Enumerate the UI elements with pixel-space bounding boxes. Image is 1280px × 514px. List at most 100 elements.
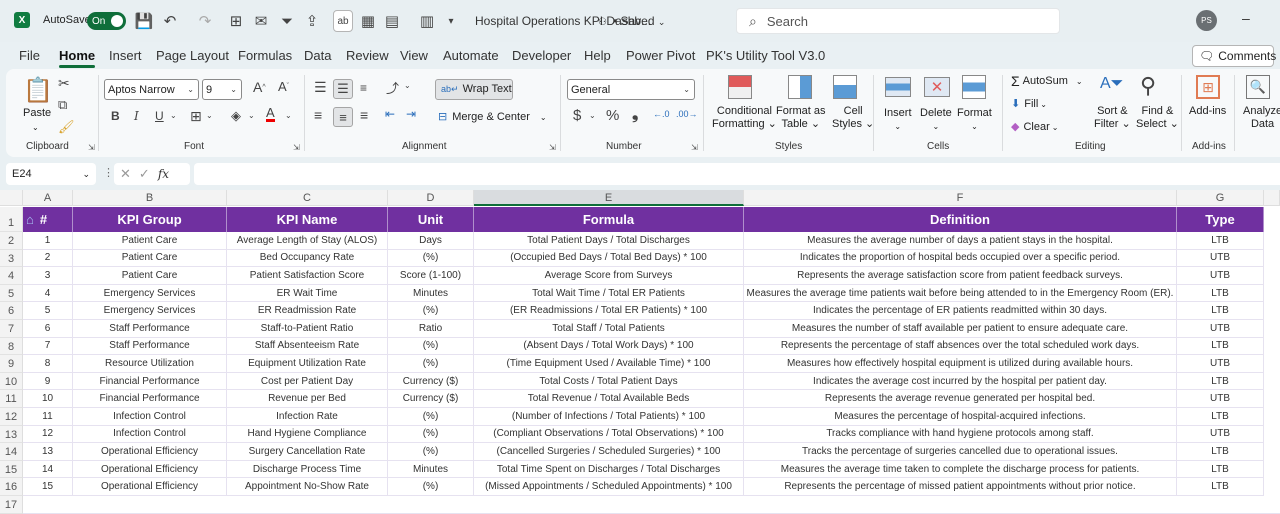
search-box[interactable]: ⌕ Search (736, 8, 1060, 34)
analyze-data-button[interactable]: Analyze Data (1243, 105, 1280, 131)
tab-insert[interactable]: Insert (109, 48, 142, 63)
fill-color-icon[interactable]: ◈ (231, 108, 241, 124)
cell-type[interactable]: LTB (1177, 284, 1264, 303)
tab-review[interactable]: Review (346, 48, 389, 63)
cell-unit[interactable]: Currency ($) (388, 390, 474, 408)
tab-file[interactable]: File (19, 48, 40, 63)
row-header-4[interactable]: 4 (0, 267, 23, 285)
cell-kpi-name[interactable]: ER Readmission Rate (227, 302, 388, 320)
number-launcher-icon[interactable]: ⇲ (691, 143, 698, 152)
cell-formula[interactable]: Total Patient Days / Total Discharges (474, 232, 744, 250)
cell-definition[interactable]: Measures the percentage of hospital-acqu… (744, 408, 1177, 426)
cell-kpi-name[interactable]: Appointment No-Show Rate (227, 478, 388, 496)
increase-decimal-icon[interactable]: ←.0 (653, 109, 670, 119)
fill-button[interactable]: ⬇ Fill ⌄ (1011, 98, 1047, 111)
tab-view[interactable]: View (400, 48, 428, 63)
tab-power-pivot[interactable]: Power Pivot (626, 48, 695, 63)
cell-styles-icon[interactable] (833, 75, 857, 99)
cancel-icon[interactable]: ✕ (120, 166, 131, 182)
currency-button[interactable]: $ (573, 107, 581, 124)
insert-cells-icon[interactable] (885, 77, 911, 97)
tab-home[interactable]: Home (59, 48, 96, 68)
cell-kpi-name[interactable]: Equipment Utilization Rate (227, 355, 388, 373)
cell-kpi-name[interactable]: Discharge Process Time (227, 460, 388, 479)
cell-formula[interactable]: Total Time Spent on Discharges / Total D… (474, 460, 744, 479)
cell-kpi-name[interactable]: Hand Hygiene Compliance (227, 425, 388, 444)
more-options-icon[interactable]: ⋮ (103, 166, 114, 179)
cell-number[interactable]: 9 (23, 372, 73, 391)
cell-unit[interactable]: Days (388, 232, 474, 250)
bold-button[interactable]: B (111, 109, 120, 123)
row-header-12[interactable]: 12 (0, 408, 23, 426)
column-header-g[interactable]: G (1177, 190, 1264, 206)
cell-formula[interactable]: (Number of Infections / Total Patients) … (474, 408, 744, 426)
find-select-icon[interactable]: ⚲ (1140, 73, 1156, 99)
cell-unit[interactable]: (%) (388, 249, 474, 268)
row-header-3[interactable]: 3 (0, 249, 23, 268)
cell-unit[interactable]: (%) (388, 355, 474, 373)
cell-number[interactable]: 13 (23, 443, 73, 461)
filter-icon[interactable]: ⏷ (277, 10, 297, 32)
cell-type[interactable]: LTB (1177, 443, 1264, 461)
redo-icon[interactable]: ↷ (195, 10, 215, 32)
clear-button[interactable]: ◆ Clear ⌄ (1011, 121, 1058, 134)
cell-unit[interactable]: Minutes (388, 284, 474, 303)
cell-kpi-group[interactable]: Infection Control (73, 425, 227, 444)
cell-styles-button[interactable]: Cell Styles ⌄ (832, 105, 874, 131)
cell-type[interactable]: LTB (1177, 337, 1264, 356)
column-header-c[interactable]: C (227, 190, 388, 206)
cell-kpi-group[interactable]: Operational Efficiency (73, 478, 227, 496)
column-header-a[interactable]: A (23, 190, 73, 206)
cell-type[interactable]: LTB (1177, 460, 1264, 479)
comma-style-button[interactable]: ❟ (632, 106, 638, 124)
tab-help[interactable]: Help (584, 48, 611, 63)
format-as-table-icon[interactable] (788, 75, 812, 99)
add-ins-icon[interactable]: ⊞ (1196, 75, 1220, 99)
cell-definition[interactable]: Represents the average revenue generated… (744, 390, 1177, 408)
column-header-d[interactable]: D (388, 190, 474, 206)
font-name-select[interactable]: Aptos Narrow ⌄ (104, 79, 199, 100)
currency-chevron-icon[interactable]: ⌄ (589, 111, 596, 120)
cell-kpi-name[interactable]: Revenue per Bed (227, 390, 388, 408)
header-cell-unit[interactable]: Unit (388, 207, 474, 232)
cell-definition[interactable]: Tracks compliance with hand hygiene prot… (744, 425, 1177, 444)
cell-number[interactable]: 14 (23, 460, 73, 479)
cell-kpi-group[interactable]: Emergency Services (73, 284, 227, 303)
cell-definition[interactable]: Measures the average time patients wait … (744, 284, 1177, 303)
header-cell-number[interactable]: ⌂ # (23, 207, 73, 232)
cell-type[interactable]: LTB (1177, 478, 1264, 496)
tab-automate[interactable]: Automate (443, 48, 499, 63)
number-format-select[interactable]: General ⌄ (567, 79, 695, 100)
cell-formula[interactable]: (Occupied Bed Days / Total Bed Days) * 1… (474, 249, 744, 268)
cell-type[interactable]: LTB (1177, 408, 1264, 426)
alignment-launcher-icon[interactable]: ⇲ (549, 143, 556, 152)
cell-kpi-group[interactable]: Patient Care (73, 249, 227, 268)
cell-definition[interactable]: Measures the average number of days a pa… (744, 232, 1177, 250)
cell-formula[interactable]: Total Revenue / Total Available Beds (474, 390, 744, 408)
cell-unit[interactable]: (%) (388, 425, 474, 444)
cell-kpi-group[interactable]: Patient Care (73, 232, 227, 250)
format-painter-icon[interactable]: 🖌 (58, 119, 75, 135)
insert-cells-button[interactable]: Insert ⌄ (884, 107, 912, 133)
cell-formula[interactable]: (Compliant Observations / Total Observat… (474, 425, 744, 444)
cell-kpi-name[interactable]: ER Wait Time (227, 284, 388, 303)
paste-button[interactable]: Paste (23, 107, 51, 120)
cell-number[interactable]: 11 (23, 408, 73, 426)
cell-unit[interactable]: (%) (388, 478, 474, 496)
header-cell-formula[interactable]: Formula (474, 207, 744, 232)
cell-kpi-group[interactable]: Staff Performance (73, 337, 227, 356)
column-header-f[interactable]: F (744, 190, 1177, 206)
format-as-table-button[interactable]: Format as Table ⌄ (776, 105, 826, 131)
cell-formula[interactable]: (ER Readmissions / Total ER Patients) * … (474, 302, 744, 320)
row-header-9[interactable]: 9 (0, 355, 23, 373)
cell-number[interactable]: 10 (23, 390, 73, 408)
empty-row[interactable] (23, 496, 1280, 514)
row-header-15[interactable]: 15 (0, 460, 23, 479)
align-top-icon[interactable]: ☰ (314, 79, 327, 96)
row-header-14[interactable]: 14 (0, 443, 23, 461)
align-center-icon[interactable]: ≡ (333, 107, 353, 127)
minimize-button[interactable]: – (1242, 10, 1250, 26)
cell-type[interactable]: UTB (1177, 355, 1264, 373)
row-header-6[interactable]: 6 (0, 302, 23, 320)
row-header-5[interactable]: 5 (0, 284, 23, 303)
